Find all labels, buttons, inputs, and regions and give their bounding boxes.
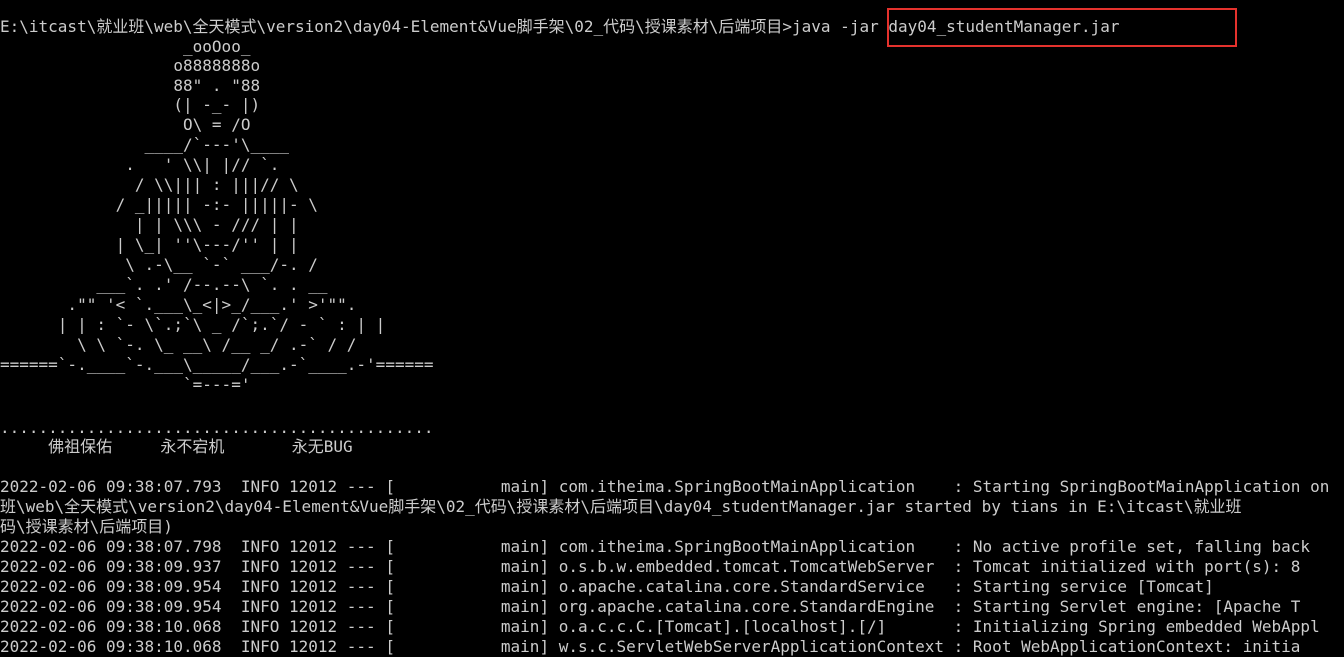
banner-line: | \_| ''\---/'' | |	[0, 235, 299, 254]
banner-line: _ooOoo_	[0, 37, 251, 56]
prompt-path: E:\itcast\就业班\web\全天模式\version2\day04-El…	[0, 17, 793, 36]
banner-line: O\ = /O	[0, 115, 251, 134]
log-line: 2022-02-06 09:38:09.954 INFO 12012 --- […	[0, 597, 1301, 616]
log-line: 2022-02-06 09:38:07.793 INFO 12012 --- […	[0, 477, 1330, 496]
banner-line: o8888888o	[0, 56, 261, 75]
log-line: 2022-02-06 09:38:10.068 INFO 12012 --- […	[0, 637, 1301, 656]
banner-line: (| -_- |)	[0, 95, 261, 114]
banner-line: \ \ `-. \_ __\ /__ _/ .-` / /	[0, 335, 357, 354]
log-line: 2022-02-06 09:38:07.798 INFO 12012 --- […	[0, 537, 1311, 556]
log-line: 班\web\全天模式\version2\day04-Element&Vue脚手架…	[0, 497, 1242, 516]
banner-line: \ .-\__ `-` ___/-. /	[0, 255, 318, 274]
banner-line: | | \\\ - /// | |	[0, 215, 299, 234]
command-prompt-line: E:\itcast\就业班\web\全天模式\version2\day04-El…	[0, 17, 1120, 37]
log-line: 2022-02-06 09:38:09.937 INFO 12012 --- […	[0, 557, 1301, 576]
banner-line: ."" '< `.___\_<|>_/___.' >'"".	[0, 295, 357, 314]
command-text: java -jar day04_studentManager.jar	[792, 17, 1120, 36]
log-line: 2022-02-06 09:38:10.068 INFO 12012 --- […	[0, 617, 1320, 636]
blessing-text: 佛祖保佑 永不宕机 永无BUG	[0, 437, 353, 456]
log-line: 2022-02-06 09:38:09.954 INFO 12012 --- […	[0, 577, 1214, 596]
banner-line: . ' \\| |// `.	[0, 155, 280, 174]
terminal-window[interactable]: E:\itcast\就业班\web\全天模式\version2\day04-El…	[0, 0, 1344, 657]
banner-line: ___`. .' /--.--\ `. . __	[0, 275, 328, 294]
dotted-separator: ........................................…	[0, 418, 434, 437]
banner-line: | | : `- \`.;`\ _ /`;.`/ - ` : | |	[0, 315, 386, 334]
banner-line: ____/`---'\____	[0, 135, 289, 154]
banner-line: / \\||| : |||// \	[0, 175, 299, 194]
banner-line: `=---='	[0, 375, 251, 394]
banner-line: 88" . "88	[0, 76, 261, 95]
banner-line: / _||||| -:- |||||- \	[0, 195, 318, 214]
banner-line: ======`-.____`-.___\_____/___.-`____.-'=…	[0, 355, 434, 374]
log-line: 码\授课素材\后端项目)	[0, 517, 173, 536]
